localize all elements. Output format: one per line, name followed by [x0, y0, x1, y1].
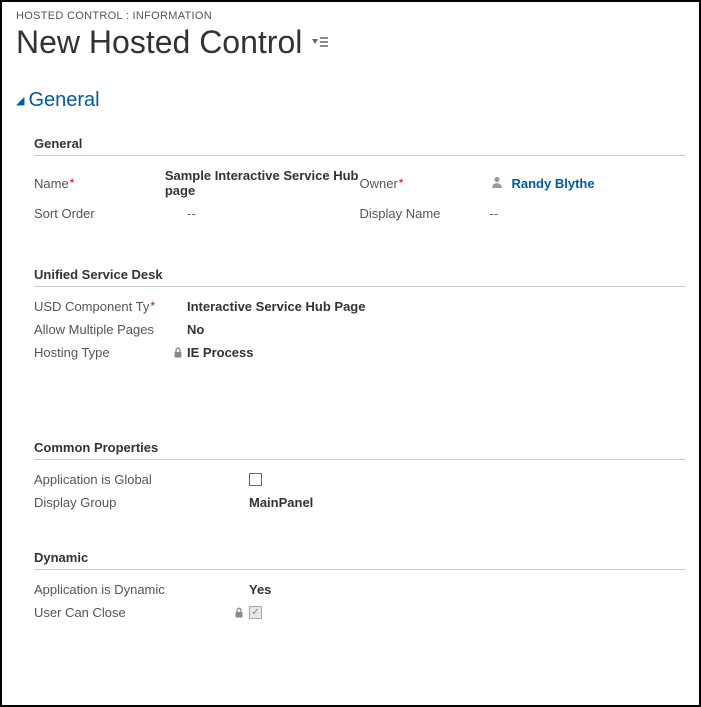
- value-display-name[interactable]: --: [490, 206, 499, 221]
- label-display-group: Display Group: [34, 495, 249, 510]
- label-sort-order: Sort Order: [34, 206, 169, 221]
- checkbox-app-global[interactable]: [249, 473, 262, 486]
- checkbox-user-can-close: ✓: [249, 606, 262, 619]
- value-hosting-type: IE Process: [187, 345, 254, 360]
- page-title: New Hosted Control: [16, 24, 302, 61]
- label-app-global: Application is Global: [34, 472, 249, 487]
- group-title-usd: Unified Service Desk: [34, 267, 685, 287]
- group-general: General Name* Sample Interactive Service…: [34, 136, 685, 221]
- label-hosting-type: Hosting Type: [34, 345, 169, 360]
- label-allow-multiple: Allow Multiple Pages: [34, 322, 169, 337]
- label-name: Name*: [34, 176, 149, 191]
- value-display-group[interactable]: MainPanel: [249, 495, 313, 510]
- value-owner[interactable]: Randy Blythe: [512, 176, 595, 191]
- value-component-type[interactable]: Interactive Service Hub Page: [187, 299, 365, 314]
- group-title-common: Common Properties: [34, 440, 685, 460]
- section-title: General: [28, 89, 99, 112]
- value-sort-order[interactable]: --: [187, 206, 196, 221]
- required-asterisk: *: [399, 176, 404, 190]
- lock-icon: [169, 347, 187, 358]
- lock-icon: [229, 607, 249, 618]
- group-common: Common Properties Application is Global …: [34, 440, 685, 510]
- label-owner: Owner*: [360, 176, 490, 191]
- form-selector-icon[interactable]: [312, 36, 328, 50]
- group-title-general: General: [34, 136, 685, 156]
- group-dynamic: Dynamic Application is Dynamic Yes User …: [34, 550, 685, 620]
- breadcrumb: HOSTED CONTROL : INFORMATION: [16, 10, 685, 22]
- value-name[interactable]: Sample Interactive Service Hub page: [165, 168, 360, 198]
- title-row: New Hosted Control: [16, 24, 685, 61]
- group-usd: Unified Service Desk USD Component Ty* I…: [34, 267, 685, 360]
- required-asterisk: *: [70, 176, 75, 190]
- section-general-header[interactable]: ◢ General: [16, 89, 685, 112]
- chevron-down-icon: ◢: [16, 94, 24, 107]
- required-asterisk: *: [150, 299, 155, 313]
- value-allow-multiple[interactable]: No: [187, 322, 204, 337]
- label-display-name: Display Name: [360, 206, 490, 221]
- label-component-type: USD Component Ty*: [34, 299, 169, 314]
- label-user-can-close: User Can Close: [34, 605, 229, 620]
- person-icon: [490, 175, 504, 192]
- label-app-dynamic: Application is Dynamic: [34, 582, 249, 597]
- group-title-dynamic: Dynamic: [34, 550, 685, 570]
- value-app-dynamic[interactable]: Yes: [249, 582, 271, 597]
